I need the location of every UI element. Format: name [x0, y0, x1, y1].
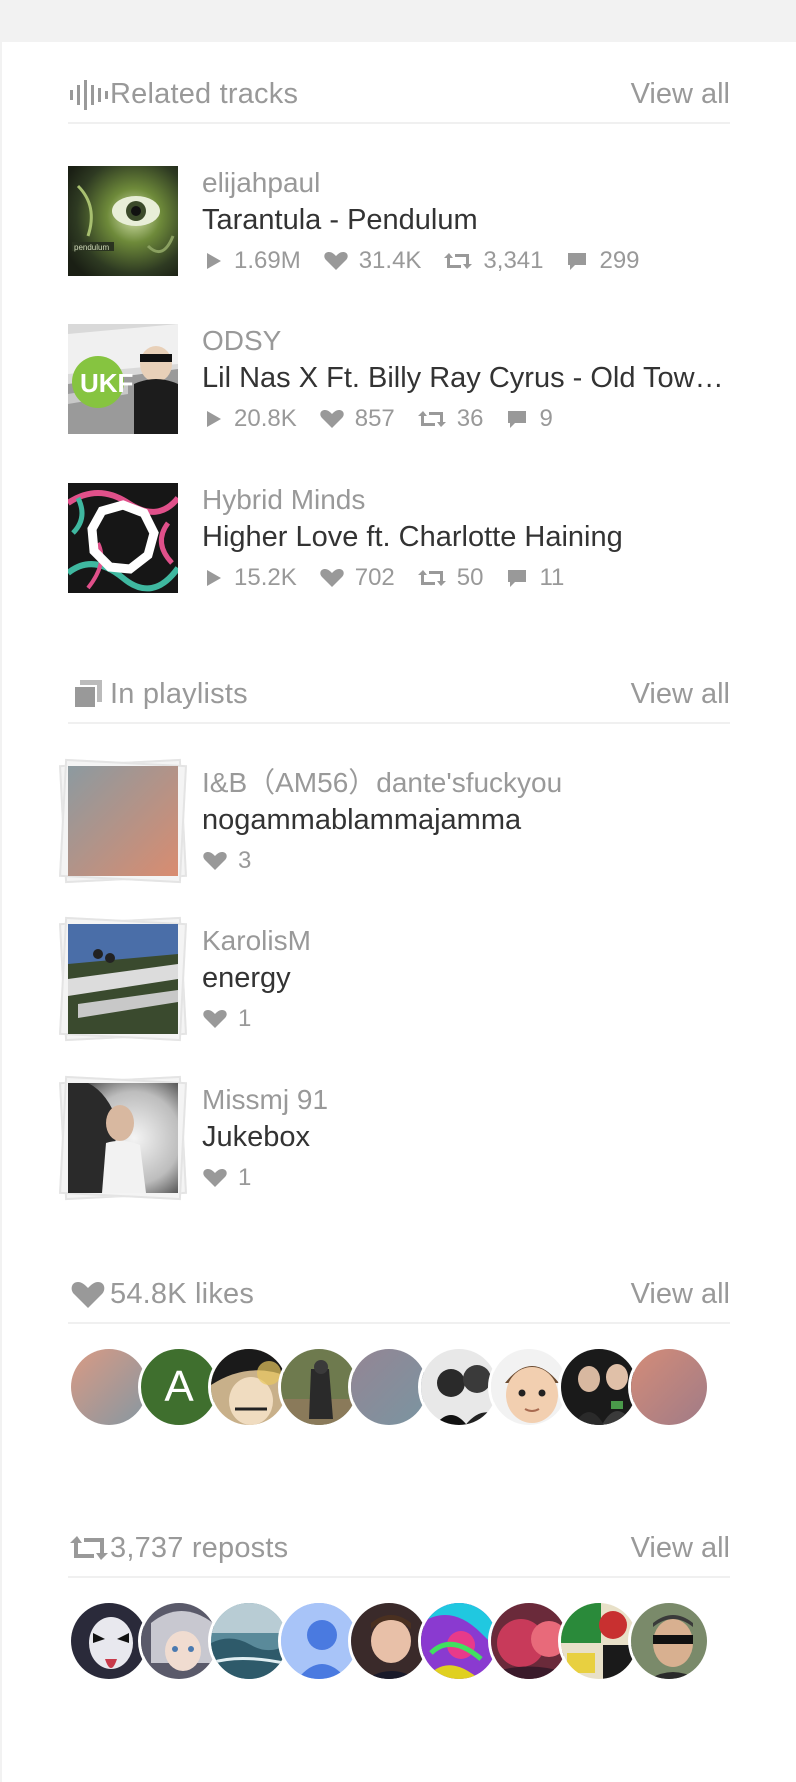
play-count: 15.2K: [234, 564, 297, 591]
waveform-icon: [68, 74, 110, 114]
reposts-section: 3,737 reposts View all: [68, 1520, 730, 1682]
view-all-link[interactable]: View all: [631, 78, 730, 111]
playlist-stats: 1: [202, 1161, 730, 1195]
play-count: 20.8K: [234, 405, 297, 432]
in-playlists-header: In playlists View all: [68, 666, 730, 724]
section-title: 3,737 reposts: [110, 1531, 289, 1564]
repost-count: 3,341: [483, 247, 544, 274]
track-artwork[interactable]: [68, 483, 178, 593]
playlist-item[interactable]: Missmj 91 Jukebox 1: [58, 1075, 730, 1201]
likers-avatar-row: A: [68, 1346, 730, 1430]
sidebar-panel: Related tracks View all pendulum elijahp…: [2, 42, 796, 1782]
reposts-header: 3,737 reposts View all: [68, 1520, 730, 1578]
playlist-title[interactable]: nogammablammajamma: [202, 800, 730, 840]
play-icon: [207, 411, 221, 427]
avatar[interactable]: [628, 1346, 710, 1428]
track-user[interactable]: Hybrid Minds: [202, 483, 730, 517]
playlist-item[interactable]: KarolisM energy 1: [58, 916, 730, 1042]
likes-header: 54.8K likes View all: [68, 1266, 730, 1324]
track-user[interactable]: elijahpaul: [202, 166, 730, 200]
playlist-artwork[interactable]: [58, 1075, 188, 1201]
track-user[interactable]: ODSY: [202, 324, 730, 358]
related-track-item[interactable]: pendulum elijahpaul Tarantula - Pendulum…: [68, 166, 730, 278]
like-count: 1: [238, 1005, 252, 1032]
track-title[interactable]: Tarantula - Pendulum: [202, 200, 730, 240]
comment-icon: [568, 253, 587, 270]
track-stats: 1.69M 31.4K 3,341 299: [202, 244, 730, 278]
view-all-link[interactable]: View all: [631, 678, 730, 711]
comment-count: 11: [539, 564, 565, 591]
likes-section: 54.8K likes View all A: [68, 1266, 730, 1428]
heart-icon: [320, 410, 344, 428]
heart-icon: [68, 1274, 110, 1314]
related-tracks-section: Related tracks View all pendulum elijahp…: [68, 66, 730, 593]
svg-text:UKF: UKF: [80, 368, 133, 398]
heart-icon: [203, 1010, 227, 1028]
playlist-title[interactable]: Jukebox: [202, 1117, 730, 1157]
track-title[interactable]: Lil Nas X Ft. Billy Ray Cyrus - Old Town…: [202, 358, 730, 398]
like-count: 857: [354, 405, 395, 432]
repost-icon: [417, 411, 446, 427]
repost-count: 50: [456, 564, 484, 591]
play-count: 1.69M: [234, 247, 301, 274]
playlist-user[interactable]: KarolisM: [202, 924, 730, 958]
repost-icon: [417, 570, 446, 586]
reposters-avatar-row: [68, 1600, 730, 1684]
repost-count: 36: [456, 405, 484, 432]
track-stats: 15.2K 702 50 11: [202, 561, 730, 595]
heart-icon: [320, 569, 344, 587]
like-count: 31.4K: [358, 247, 422, 274]
playlist-title[interactable]: energy: [202, 958, 730, 998]
related-track-item[interactable]: UKF ODSY Lil Nas X Ft. Billy Ray Cyrus -…: [68, 324, 730, 436]
play-icon: [207, 253, 221, 269]
repost-icon: [68, 1528, 110, 1568]
track-artwork[interactable]: pendulum: [68, 166, 178, 276]
section-title: In playlists: [110, 677, 248, 710]
related-tracks-header: Related tracks View all: [68, 66, 730, 124]
svg-text:pendulum: pendulum: [74, 243, 109, 252]
playlist-artwork[interactable]: [58, 758, 188, 884]
playlist-user[interactable]: Missmj 91: [202, 1083, 730, 1117]
playlist-stats: 3: [202, 844, 730, 878]
comment-count: 9: [539, 405, 553, 432]
play-icon: [207, 570, 221, 586]
section-title: 54.8K likes: [110, 1277, 255, 1310]
track-stats: 20.8K 857 36 9: [202, 402, 730, 436]
section-title: Related tracks: [110, 77, 299, 110]
like-count: 702: [354, 564, 395, 591]
heart-icon: [203, 852, 227, 870]
playlist-user[interactable]: I&B（AM56）dante'sfuckyou: [202, 766, 730, 800]
view-all-link[interactable]: View all: [631, 1278, 730, 1311]
heart-icon: [203, 1169, 227, 1187]
playlist-item[interactable]: I&B（AM56）dante'sfuckyou nogammablammajam…: [58, 758, 730, 884]
related-track-item[interactable]: Hybrid Minds Higher Love ft. Charlotte H…: [68, 483, 730, 595]
like-count: 3: [238, 847, 252, 874]
comment-count: 299: [599, 247, 640, 274]
playlist-stack-icon: [68, 674, 110, 714]
avatar[interactable]: [628, 1600, 710, 1682]
avatar-initial: A: [164, 1362, 194, 1411]
heart-icon: [324, 252, 348, 270]
playlist-stats: 1: [202, 1002, 730, 1036]
track-artwork[interactable]: UKF: [68, 324, 178, 434]
like-count: 1: [238, 1164, 252, 1191]
comment-icon: [508, 411, 527, 428]
in-playlists-section: In playlists View all I&B（AM56）dante'sfu…: [58, 666, 730, 1201]
track-title[interactable]: Higher Love ft. Charlotte Haining: [202, 517, 730, 557]
repost-icon: [444, 253, 473, 269]
playlist-artwork[interactable]: [58, 916, 188, 1042]
comment-icon: [508, 570, 527, 587]
view-all-link[interactable]: View all: [631, 1532, 730, 1565]
